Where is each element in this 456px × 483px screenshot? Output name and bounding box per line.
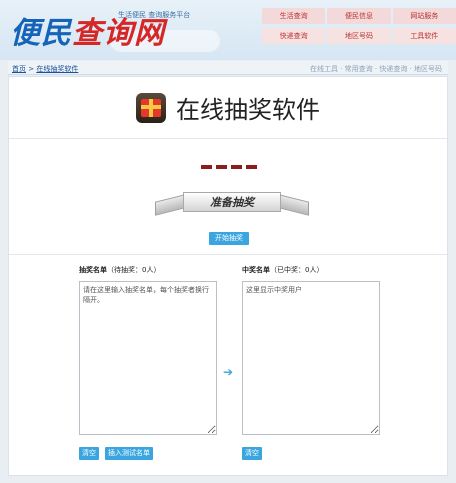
top-nav-row-1: 生活查询 便民信息 网站服务: [262, 8, 456, 24]
entrants-label: 抽奖名单（待抽奖：0人）: [79, 266, 161, 274]
nav-item[interactable]: 快递查询: [262, 28, 326, 44]
dash: [216, 165, 227, 169]
start-draw-button[interactable]: 开始抽奖: [209, 232, 249, 245]
top-nav: 生活查询 便民信息 网站服务 快递查询 地区号码 工具软件: [262, 8, 456, 48]
breadcrumb-current-link[interactable]: 在线抽奖软件: [36, 65, 78, 73]
title-bar: 在线抽奖软件: [9, 77, 447, 139]
site-header: 便民查询网 生活便民 查询服务平台 生活查询 便民信息 网站服务 快递查询 地区…: [0, 0, 456, 60]
winners-textarea[interactable]: [242, 281, 380, 435]
nav-item[interactable]: 生活查询: [262, 8, 326, 24]
dash: [201, 165, 212, 169]
lists-section: 抽奖名单（待抽奖：0人） ➔ 中奖名单（已中奖：0人） 清空 插入测试名单 清空: [9, 256, 447, 477]
main-card: 在线抽奖软件 准备抽奖 开始抽奖 抽奖名单（待抽奖：0人） ➔ 中奖名单（已中奖…: [8, 76, 448, 476]
nav-item[interactable]: 地区号码: [327, 28, 391, 44]
insert-test-list-button[interactable]: 插入测试名单: [105, 447, 153, 460]
ribbon-wing-left: [155, 194, 185, 216]
breadcrumb-home-link[interactable]: 首页: [12, 65, 26, 73]
winners-label: 中奖名单（已中奖：0人）: [242, 266, 324, 274]
arrow-right-icon: ➔: [223, 365, 234, 379]
clear-entrants-button[interactable]: 清空: [79, 447, 99, 460]
draw-section: 准备抽奖 开始抽奖: [9, 140, 447, 255]
nav-item[interactable]: 工具软件: [392, 28, 456, 44]
clear-winners-button[interactable]: 清空: [242, 447, 262, 460]
ready-ribbon: 准备抽奖: [155, 186, 309, 220]
ribbon-wing-right: [279, 194, 309, 216]
nav-item[interactable]: 网站服务: [392, 8, 456, 24]
dash: [231, 165, 242, 169]
top-nav-row-2: 快递查询 地区号码 工具软件: [262, 28, 456, 44]
breadcrumb-side-links[interactable]: 在线工具 · 常用查询 · 快递查询 · 地区号码: [310, 64, 442, 74]
ribbon-label: 准备抽奖: [183, 192, 281, 212]
nav-item[interactable]: 便民信息: [327, 8, 391, 24]
breadcrumb: 首页 > 在线抽奖软件 在线工具 · 常用查询 · 快递查询 · 地区号码: [8, 61, 448, 75]
logo-slogan: 生活便民 查询服务平台: [118, 11, 191, 19]
breadcrumb-separator: >: [26, 65, 37, 73]
gift-icon: [136, 92, 166, 123]
page-title: 在线抽奖软件: [176, 96, 320, 124]
result-placeholder-dashes: [201, 165, 257, 169]
entrants-textarea[interactable]: [79, 281, 217, 435]
site-logo[interactable]: 便民查询网 生活便民 查询服务平台: [10, 8, 220, 54]
dash: [246, 165, 257, 169]
